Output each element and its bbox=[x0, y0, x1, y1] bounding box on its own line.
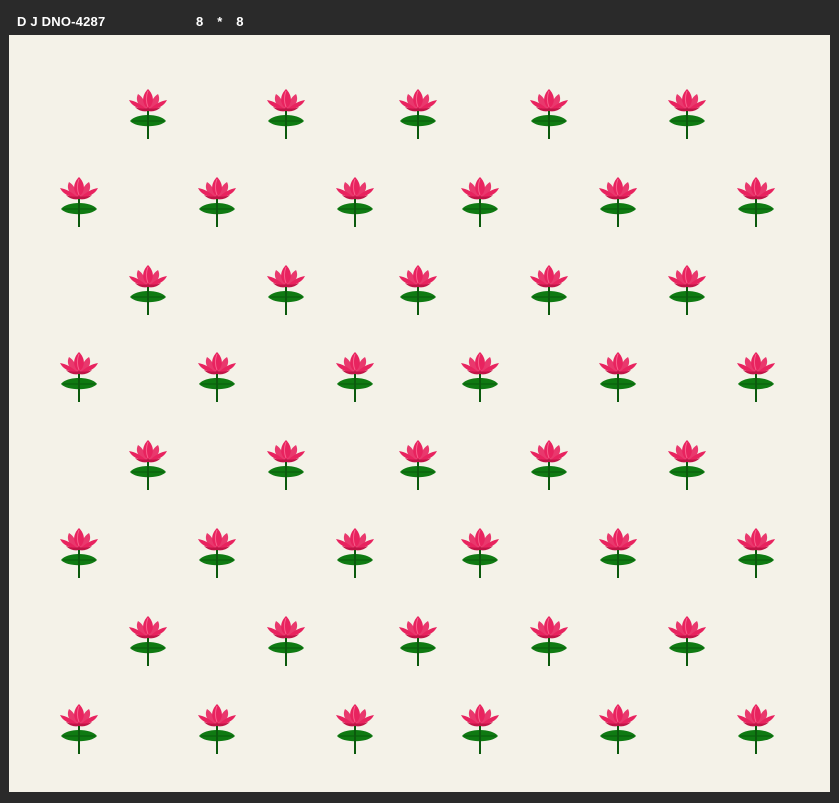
lotus-motif bbox=[57, 702, 101, 754]
lotus-icon bbox=[668, 440, 706, 490]
lotus-icon bbox=[336, 177, 374, 227]
lotus-motif bbox=[596, 350, 640, 402]
lotus-icon bbox=[267, 265, 305, 315]
lotus-icon bbox=[737, 352, 775, 402]
design-name: D J DNO-4287 bbox=[17, 14, 106, 29]
lotus-motif bbox=[734, 526, 778, 578]
lotus-icon bbox=[461, 177, 499, 227]
lotus-motif bbox=[57, 350, 101, 402]
lotus-icon bbox=[336, 704, 374, 754]
lotus-icon bbox=[737, 177, 775, 227]
lotus-motif bbox=[57, 526, 101, 578]
lotus-icon bbox=[668, 616, 706, 666]
lotus-icon bbox=[267, 440, 305, 490]
lotus-motif bbox=[333, 526, 377, 578]
lotus-icon bbox=[530, 89, 568, 139]
lotus-motif bbox=[734, 175, 778, 227]
lotus-motif bbox=[734, 350, 778, 402]
lotus-icon bbox=[129, 265, 167, 315]
lotus-icon bbox=[267, 89, 305, 139]
lotus-icon bbox=[60, 352, 98, 402]
lotus-icon bbox=[198, 352, 236, 402]
lotus-icon bbox=[399, 265, 437, 315]
lotus-motif bbox=[264, 614, 308, 666]
lotus-motif bbox=[57, 175, 101, 227]
lotus-motif bbox=[126, 438, 170, 490]
repeat-separator: * bbox=[217, 14, 223, 29]
lotus-icon bbox=[399, 616, 437, 666]
lotus-motif bbox=[458, 350, 502, 402]
lotus-icon bbox=[129, 89, 167, 139]
design-canvas[interactable] bbox=[9, 35, 830, 792]
lotus-icon bbox=[399, 89, 437, 139]
repeat-x: 8 bbox=[196, 14, 204, 29]
lotus-icon bbox=[336, 352, 374, 402]
lotus-motif bbox=[126, 614, 170, 666]
lotus-icon bbox=[461, 528, 499, 578]
lotus-motif bbox=[333, 350, 377, 402]
lotus-motif bbox=[665, 614, 709, 666]
lotus-motif bbox=[264, 263, 308, 315]
lotus-icon bbox=[60, 177, 98, 227]
lotus-icon bbox=[198, 704, 236, 754]
lotus-icon bbox=[129, 616, 167, 666]
lotus-icon bbox=[198, 528, 236, 578]
lotus-motif bbox=[195, 526, 239, 578]
lotus-icon bbox=[60, 528, 98, 578]
lotus-motif bbox=[396, 87, 440, 139]
lotus-icon bbox=[399, 440, 437, 490]
lotus-icon bbox=[668, 265, 706, 315]
lotus-motif bbox=[333, 702, 377, 754]
lotus-motif bbox=[195, 175, 239, 227]
lotus-motif bbox=[734, 702, 778, 754]
lotus-motif bbox=[264, 87, 308, 139]
lotus-motif bbox=[596, 702, 640, 754]
lotus-motif bbox=[396, 263, 440, 315]
lotus-motif bbox=[396, 614, 440, 666]
lotus-icon bbox=[461, 704, 499, 754]
lotus-motif bbox=[126, 263, 170, 315]
lotus-motif bbox=[527, 614, 571, 666]
lotus-icon bbox=[530, 616, 568, 666]
lotus-icon bbox=[530, 265, 568, 315]
lotus-motif bbox=[527, 263, 571, 315]
design-viewer-window: D J DNO-4287 8 * 8 bbox=[0, 0, 839, 803]
repeat-size: 8 * 8 bbox=[196, 14, 244, 29]
lotus-icon bbox=[599, 704, 637, 754]
lotus-icon bbox=[267, 616, 305, 666]
lotus-motif bbox=[333, 175, 377, 227]
lotus-icon bbox=[60, 704, 98, 754]
lotus-motif bbox=[458, 175, 502, 227]
lotus-motif bbox=[665, 438, 709, 490]
lotus-icon bbox=[668, 89, 706, 139]
lotus-motif bbox=[195, 702, 239, 754]
lotus-icon bbox=[599, 177, 637, 227]
lotus-motif bbox=[264, 438, 308, 490]
title-bar: D J DNO-4287 8 * 8 bbox=[0, 0, 839, 35]
repeat-y: 8 bbox=[236, 14, 244, 29]
lotus-motif bbox=[126, 87, 170, 139]
lotus-icon bbox=[461, 352, 499, 402]
lotus-motif bbox=[527, 438, 571, 490]
lotus-motif bbox=[458, 702, 502, 754]
lotus-motif bbox=[596, 526, 640, 578]
lotus-motif bbox=[195, 350, 239, 402]
lotus-icon bbox=[198, 177, 236, 227]
lotus-icon bbox=[129, 440, 167, 490]
lotus-icon bbox=[336, 528, 374, 578]
lotus-motif bbox=[596, 175, 640, 227]
lotus-icon bbox=[530, 440, 568, 490]
lotus-motif bbox=[458, 526, 502, 578]
lotus-motif bbox=[665, 263, 709, 315]
lotus-motif bbox=[527, 87, 571, 139]
lotus-motif bbox=[665, 87, 709, 139]
lotus-icon bbox=[599, 352, 637, 402]
lotus-icon bbox=[737, 528, 775, 578]
lotus-motif bbox=[396, 438, 440, 490]
lotus-icon bbox=[599, 528, 637, 578]
lotus-icon bbox=[737, 704, 775, 754]
